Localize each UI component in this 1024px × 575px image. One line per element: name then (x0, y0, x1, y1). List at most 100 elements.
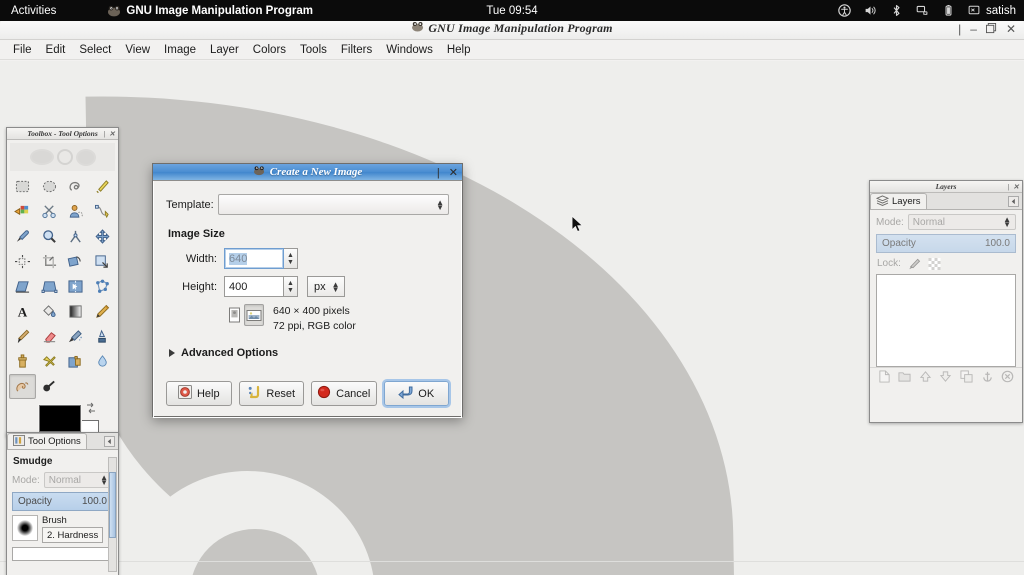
tab-layers[interactable]: Layers (870, 193, 927, 209)
accessibility-icon[interactable] (838, 4, 851, 17)
anchor-layer-icon[interactable] (981, 370, 994, 383)
menu-select[interactable]: Select (72, 42, 118, 58)
clone-tool[interactable] (9, 349, 36, 374)
tool-options-size-entry[interactable] (12, 547, 113, 561)
menu-view[interactable]: View (118, 42, 157, 58)
duplicate-layer-icon[interactable] (960, 369, 973, 383)
layers-dock-menu-button[interactable]: | (1008, 183, 1010, 191)
wilber-drop-area[interactable] (10, 143, 115, 171)
volume-icon[interactable] (864, 4, 877, 17)
flip-tool[interactable] (63, 274, 90, 299)
swap-colors-icon[interactable] (85, 402, 97, 416)
ok-button[interactable]: OK (383, 381, 449, 406)
measure-tool[interactable] (63, 224, 90, 249)
perspective-clone-tool[interactable] (63, 349, 90, 374)
ink-tool[interactable] (89, 324, 116, 349)
lock-pixels-icon[interactable] (908, 257, 921, 270)
tool-options-brush-name[interactable]: 2. Hardness (42, 527, 104, 543)
color-picker-tool[interactable] (9, 224, 36, 249)
network-disconnected-icon[interactable] (916, 4, 929, 17)
layers-mode-combo[interactable]: Normal ▲ ▼ (907, 214, 1016, 230)
zoom-tool[interactable] (36, 224, 63, 249)
height-input[interactable]: 400 (224, 276, 284, 297)
menu-filters[interactable]: Filters (334, 42, 379, 58)
battery-icon[interactable] (942, 4, 955, 17)
airbrush-tool[interactable] (63, 324, 90, 349)
blur-sharpen-tool[interactable] (89, 349, 116, 374)
menu-help[interactable]: Help (440, 42, 478, 58)
landscape-orientation-icon[interactable] (244, 304, 264, 326)
dodge-burn-tool[interactable] (36, 374, 63, 399)
help-button[interactable]: Help (166, 381, 232, 406)
bucket-fill-tool[interactable] (36, 299, 63, 324)
perspective-tool[interactable] (36, 274, 63, 299)
template-combo[interactable]: ▲ ▼ (218, 194, 449, 215)
pencil-tool[interactable] (89, 299, 116, 324)
rotate-tool[interactable] (63, 249, 90, 274)
cage-transform-tool[interactable] (89, 274, 116, 299)
menu-edit[interactable]: Edit (39, 42, 73, 58)
dialog-close-button[interactable]: ✕ (449, 166, 458, 179)
ellipse-select-tool[interactable] (36, 174, 63, 199)
tool-options-scrollbar-thumb[interactable] (109, 472, 116, 538)
heal-tool[interactable] (36, 349, 63, 374)
paths-tool[interactable] (89, 199, 116, 224)
menu-tools[interactable]: Tools (293, 42, 334, 58)
cancel-button[interactable]: Cancel (311, 381, 377, 406)
reset-button[interactable]: Reset (238, 381, 304, 406)
clock[interactable]: Tue 09:54 (486, 5, 537, 17)
menu-image[interactable]: Image (157, 42, 203, 58)
menu-colors[interactable]: Colors (246, 42, 293, 58)
portrait-orientation-icon[interactable] (224, 304, 244, 326)
tab-tool-options[interactable]: Tool Options (7, 433, 87, 449)
activities-button[interactable]: Activities (0, 5, 67, 17)
smudge-tool[interactable] (9, 374, 36, 399)
layer-list[interactable] (876, 274, 1016, 367)
shear-tool[interactable] (9, 274, 36, 299)
blend-tool[interactable] (63, 299, 90, 324)
tool-options-scrollbar[interactable] (108, 457, 117, 572)
user-menu[interactable]: satish (968, 4, 1016, 17)
lower-layer-icon[interactable] (939, 370, 952, 383)
brush-preview[interactable] (12, 515, 38, 541)
top-bar-app-menu[interactable]: GNU Image Manipulation Program (107, 5, 313, 17)
new-layer-icon[interactable] (878, 369, 891, 383)
scissors-select-tool[interactable] (36, 199, 63, 224)
layers-menu-button[interactable] (1008, 196, 1019, 207)
close-button[interactable]: ✕ (1006, 23, 1016, 35)
select-by-color-tool[interactable] (9, 199, 36, 224)
tool-options-opacity-slider[interactable]: Opacity 100.0 (12, 492, 113, 511)
new-layer-group-icon[interactable] (898, 370, 911, 383)
tool-options-mode-combo[interactable]: Normal ▲ ▼ (43, 472, 113, 488)
toolbox-dock-menu-button[interactable]: | (104, 130, 106, 138)
delete-layer-icon[interactable] (1001, 370, 1014, 383)
scale-tool[interactable] (89, 249, 116, 274)
layers-opacity-slider[interactable]: Opacity 100.0 (876, 234, 1016, 253)
foreground-color-swatch[interactable] (39, 405, 81, 432)
menu-windows[interactable]: Windows (379, 42, 440, 58)
raise-layer-icon[interactable] (919, 370, 932, 383)
layers-dock-close-button[interactable]: ✕ (1013, 183, 1019, 191)
width-stepper[interactable]: ▲ ▼ (284, 248, 298, 269)
advanced-options-expander[interactable]: Advanced Options (169, 347, 449, 359)
paintbrush-tool[interactable] (9, 324, 36, 349)
height-stepper[interactable]: ▲ ▼ (284, 276, 298, 297)
unit-combo[interactable]: px ▲ ▼ (307, 276, 345, 297)
eraser-tool[interactable] (36, 324, 63, 349)
window-menu-button[interactable]: | (958, 23, 961, 35)
lock-alpha-icon[interactable] (928, 257, 941, 270)
crop-tool[interactable] (36, 249, 63, 274)
dialog-menu-button[interactable]: | (437, 167, 440, 179)
width-input[interactable]: 640 (224, 248, 284, 269)
move-tool[interactable] (89, 224, 116, 249)
menu-layer[interactable]: Layer (203, 42, 246, 58)
fuzzy-select-tool[interactable] (89, 174, 116, 199)
bluetooth-icon[interactable] (890, 4, 903, 17)
rect-select-tool[interactable] (9, 174, 36, 199)
toolbox-dock-close-button[interactable]: ✕ (109, 130, 115, 138)
foreground-select-tool[interactable] (63, 199, 90, 224)
tool-options-menu-button[interactable] (104, 436, 115, 447)
maximize-button[interactable] (985, 22, 997, 36)
free-select-tool[interactable] (63, 174, 90, 199)
menu-file[interactable]: File (6, 42, 39, 58)
